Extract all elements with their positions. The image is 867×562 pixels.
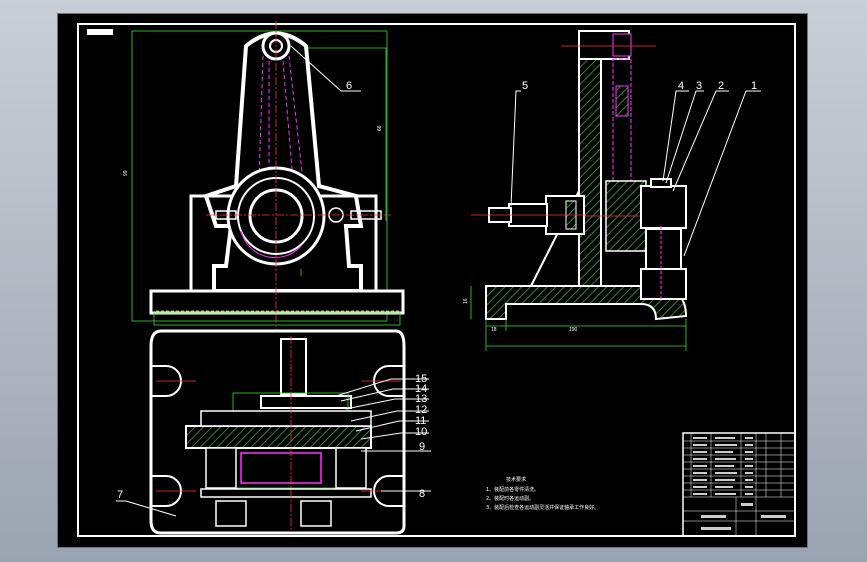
tech-req-1: 1、装配前各零件清洗。 [486,486,539,493]
dim-height: 99 [123,170,129,176]
part-label-2: 2 [718,80,724,92]
inner-frame [77,23,796,537]
corner-mark [87,29,113,35]
title-block [682,432,796,537]
drawing-sheet: 6 99 66 190 18 16 1 2 3 4 5 7 8 9 10 11 … [57,13,808,548]
part-label-12: 12 [415,404,427,416]
dim-base-thick: 16 [463,298,469,304]
part-label-8: 8 [419,488,425,500]
part-label-7: 7 [117,489,123,501]
tech-req-3: 3、装配后检查各运动副灵活并保证轴承工作良好。 [486,504,599,511]
part-label-11: 11 [415,415,426,427]
part-label-6: 6 [346,80,352,92]
part-label-4: 4 [678,80,684,92]
part-label-10: 10 [415,426,427,438]
tech-req-title: 技术要求 [506,476,526,483]
assembly-drawing: 6 99 66 190 18 16 1 2 3 4 5 7 8 9 10 11 … [77,21,796,537]
dim-column: 66 [377,125,383,131]
part-label-5: 5 [522,80,528,92]
tech-req-2: 2、装配时各运动副。 [486,495,534,502]
part-label-15: 15 [415,373,427,385]
part-label-1: 1 [751,80,757,92]
dim-base: 190 [569,327,578,333]
part-label-9: 9 [419,441,425,453]
technical-requirements: 技术要求 1、装配前各零件清洗。 2、装配时各运动副。 3、装配后检查各运动副灵… [486,476,599,511]
front-view: 6 99 66 [123,21,405,331]
top-view: 7 8 9 10 11 12 13 14 15 [116,329,431,535]
side-view: 190 18 16 1 2 3 4 5 [463,30,761,351]
part-label-3: 3 [696,80,702,92]
dim-base-left: 18 [491,327,497,333]
